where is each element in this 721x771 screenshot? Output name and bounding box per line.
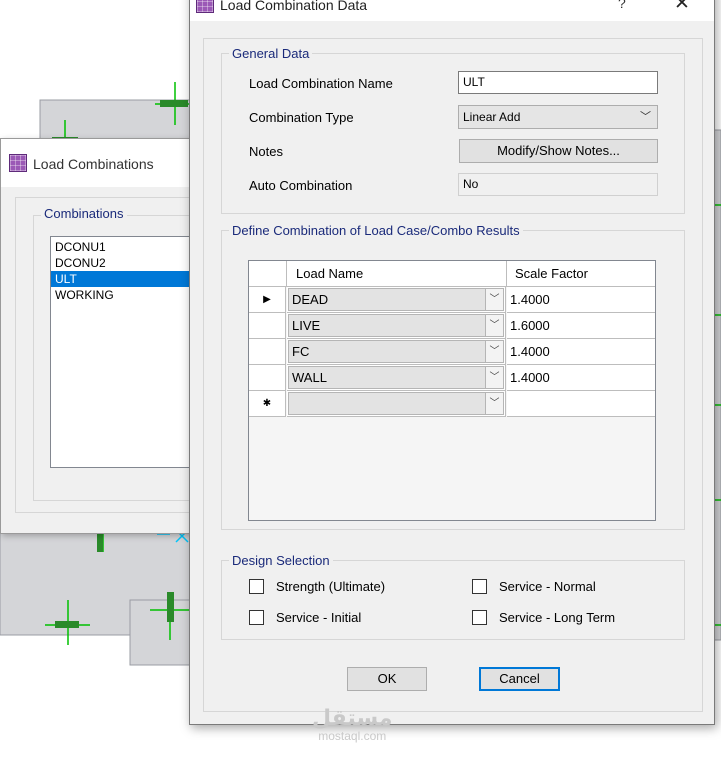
table-row[interactable]: FC ﹀ 1.4000: [249, 339, 655, 365]
scale-factor-cell[interactable]: 1.4000: [507, 287, 655, 313]
load-combination-data-dialog: Load Combination Data ? ✕ General Data L…: [189, 0, 715, 725]
table-row[interactable]: LIVE ﹀ 1.6000: [249, 313, 655, 339]
load-combinations-titlebar[interactable]: Load Combinations: [1, 139, 199, 187]
list-item[interactable]: WORKING: [51, 287, 209, 303]
auto-combination-value: No: [458, 173, 658, 196]
row-header[interactable]: [249, 365, 286, 391]
define-combination-label: Define Combination of Load Case/Combo Re…: [229, 223, 523, 238]
table-row-new[interactable]: ✱ ﹀: [249, 391, 655, 417]
list-item-selected[interactable]: ULT: [51, 271, 209, 287]
row-current-marker[interactable]: ▶: [249, 287, 286, 313]
chevron-down-icon[interactable]: ﹀: [485, 367, 503, 388]
chevron-down-icon[interactable]: ﹀: [485, 393, 503, 414]
service-normal-checkbox[interactable]: [472, 579, 487, 594]
scale-factor-cell[interactable]: 1.4000: [507, 339, 655, 365]
row-header[interactable]: [249, 339, 286, 365]
combination-type-label: Combination Type: [249, 110, 354, 125]
service-initial-label: Service - Initial: [276, 610, 362, 625]
chevron-down-icon[interactable]: ﹀: [485, 341, 503, 362]
modify-show-notes-button[interactable]: Modify/Show Notes...: [459, 139, 658, 163]
watermark-arabic: مستقل: [312, 705, 393, 730]
load-name-select[interactable]: DEAD ﹀: [288, 288, 504, 311]
notes-label: Notes: [249, 144, 283, 159]
scale-factor-header[interactable]: Scale Factor: [507, 261, 655, 287]
load-name-value: LIVE: [292, 318, 321, 333]
window-title: Load Combinations: [33, 156, 154, 172]
load-name-cell[interactable]: WALL ﹀: [287, 365, 506, 391]
design-selection-label: Design Selection: [229, 553, 333, 568]
list-item[interactable]: DCONU1: [51, 239, 209, 255]
help-button[interactable]: ?: [618, 0, 626, 11]
table-row[interactable]: ▶ DEAD ﹀ 1.4000: [249, 287, 655, 313]
load-combination-grid[interactable]: Load Name Scale Factor ▶ DEAD ﹀ 1.4000 LI…: [248, 260, 656, 521]
service-normal-label: Service - Normal: [499, 579, 596, 594]
strength-ultimate-checkbox[interactable]: [249, 579, 264, 594]
combination-type-select[interactable]: Linear Add ﹀: [458, 105, 658, 129]
load-name-value: FC: [292, 344, 310, 359]
load-name-cell[interactable]: LIVE ﹀: [287, 313, 506, 339]
strength-ultimate-label: Strength (Ultimate): [276, 579, 386, 594]
dialog-title: Load Combination Data: [220, 0, 368, 13]
scale-factor-cell[interactable]: 1.6000: [507, 313, 655, 339]
service-initial-checkbox[interactable]: [249, 610, 264, 625]
mostaql-watermark: مستقل mostaql.com: [312, 705, 392, 743]
load-name-value: WALL: [292, 370, 327, 385]
close-button[interactable]: ✕: [674, 0, 690, 15]
design-selection-group: [221, 560, 685, 640]
chevron-down-icon[interactable]: ﹀: [485, 315, 503, 336]
load-name-select[interactable]: FC ﹀: [288, 340, 504, 363]
load-name-select[interactable]: LIVE ﹀: [288, 314, 504, 337]
new-row-marker[interactable]: ✱: [249, 391, 286, 417]
load-combinations-window: Load Combinations Combinations DCONU1 DC…: [0, 138, 215, 534]
cancel-button[interactable]: Cancel: [479, 667, 560, 691]
chevron-down-icon: ﹀: [640, 111, 651, 123]
combinations-listbox[interactable]: DCONU1 DCONU2 ULT WORKING: [50, 236, 210, 468]
load-name-select[interactable]: WALL ﹀: [288, 366, 504, 389]
list-item[interactable]: DCONU2: [51, 255, 209, 271]
combination-type-value: Linear Add: [463, 110, 521, 124]
watermark-latin: mostaql.com: [318, 729, 387, 743]
grid-corner-header: [249, 261, 287, 287]
scale-factor-cell[interactable]: [507, 391, 655, 417]
table-row[interactable]: WALL ﹀ 1.4000: [249, 365, 655, 391]
service-long-term-label: Service - Long Term: [499, 610, 616, 625]
scale-factor-cell[interactable]: 1.4000: [507, 365, 655, 391]
combination-name-input[interactable]: ULT: [458, 71, 658, 94]
load-name-header[interactable]: Load Name: [287, 261, 507, 287]
load-name-cell[interactable]: FC ﹀: [287, 339, 506, 365]
load-name-select[interactable]: ﹀: [288, 392, 504, 415]
combination-name-label: Load Combination Name: [249, 76, 393, 91]
ok-button[interactable]: OK: [347, 667, 427, 691]
load-name-cell[interactable]: DEAD ﹀: [287, 287, 506, 313]
etabs-app-icon: [196, 0, 214, 13]
load-name-value: DEAD: [292, 292, 329, 307]
combinations-group-label: Combinations: [41, 206, 127, 221]
dialog-titlebar[interactable]: Load Combination Data ? ✕: [190, 0, 714, 21]
service-long-term-checkbox[interactable]: [472, 610, 487, 625]
auto-combination-label: Auto Combination: [249, 178, 353, 193]
general-data-label: General Data: [229, 46, 313, 61]
load-name-cell[interactable]: ﹀: [287, 391, 506, 417]
chevron-down-icon[interactable]: ﹀: [485, 289, 503, 310]
row-header[interactable]: [249, 313, 286, 339]
etabs-app-icon: [9, 154, 27, 172]
